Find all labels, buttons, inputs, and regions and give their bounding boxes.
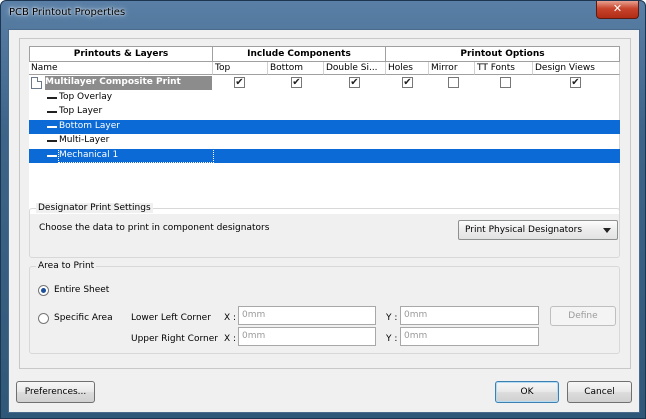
printout-name: Multilayer Composite Print (45, 77, 181, 87)
layer-row[interactable]: Mechanical 1 (29, 148, 620, 163)
dialog-client-area: Printouts & Layers Include Components Pr… (8, 29, 640, 413)
designator-prompt: Choose the data to print in component de… (39, 223, 270, 233)
tt-fonts-checkbox[interactable] (500, 77, 511, 88)
tree-connector (47, 126, 57, 128)
ok-button[interactable]: OK (495, 381, 559, 403)
printout-row[interactable]: Multilayer Composite Print ✔ ✔ ✔ ✔ ✔ (29, 76, 620, 90)
holes-checkbox[interactable]: ✔ (402, 77, 413, 88)
entire-sheet-label[interactable]: Entire Sheet (54, 285, 109, 295)
mirror-checkbox[interactable] (448, 77, 459, 88)
upper-right-label: Upper Right Corner (131, 334, 218, 344)
col-holes[interactable]: Holes (386, 62, 429, 75)
window-title: PCB Printout Properties (9, 7, 126, 18)
preferences-button[interactable]: Preferences... (16, 381, 95, 403)
designator-group-title: Designator Print Settings (36, 203, 153, 213)
lower-left-y-input[interactable]: 0mm (400, 306, 539, 325)
bottom-checkbox[interactable]: ✔ (291, 77, 302, 88)
col-top[interactable]: Top (213, 62, 268, 75)
cancel-button[interactable]: Cancel (567, 381, 632, 403)
entire-sheet-radio[interactable] (38, 285, 49, 296)
lower-left-x-input[interactable]: 0mm (238, 306, 376, 325)
col-tt-fonts[interactable]: TT Fonts (475, 62, 533, 75)
layer-name: Bottom Layer (59, 121, 120, 131)
col-name[interactable]: Name (29, 62, 213, 75)
title-bar[interactable]: PCB Printout Properties ✕ (1, 1, 645, 29)
page-icon (31, 77, 42, 89)
top-checkbox[interactable]: ✔ (234, 77, 245, 88)
layer-name: Top Layer (59, 106, 103, 116)
layers-grid: Printouts & Layers Include Components Pr… (29, 46, 620, 214)
col-mirror[interactable]: Mirror (429, 62, 475, 75)
double-sided-checkbox[interactable]: ✔ (349, 77, 360, 88)
layer-row[interactable]: Bottom Layer (29, 120, 620, 134)
upper-right-x-input[interactable]: 0mm (238, 327, 376, 346)
layer-name: Top Overlay (59, 92, 113, 102)
tree-connector (47, 97, 57, 99)
design-views-checkbox[interactable]: ✔ (570, 77, 581, 88)
header-include-components[interactable]: Include Components (213, 46, 386, 62)
specific-area-radio[interactable] (38, 313, 49, 324)
col-design-views[interactable]: Design Views (533, 62, 620, 75)
upper-right-y-label: Y : (386, 334, 398, 344)
tree-connector (47, 111, 57, 113)
layer-row[interactable]: Top Overlay (29, 91, 620, 105)
layer-name: Multi-Layer (59, 135, 110, 145)
designator-select-value: Print Physical Designators (465, 225, 583, 235)
col-double-sided[interactable]: Double Si... (324, 62, 386, 75)
close-button[interactable]: ✕ (596, 1, 639, 19)
area-group-title: Area to Print (36, 261, 97, 271)
layer-name: Mechanical 1 (58, 148, 214, 163)
col-bottom[interactable]: Bottom (268, 62, 324, 75)
tree-connector (47, 140, 57, 142)
specific-area-label[interactable]: Specific Area (54, 313, 113, 323)
layer-row[interactable]: Top Layer (29, 105, 620, 119)
dialog-window: PCB Printout Properties ✕ Printouts & La… (0, 0, 646, 419)
layer-row[interactable]: Multi-Layer (29, 134, 620, 148)
header-printout-options[interactable]: Printout Options (386, 46, 620, 62)
header-printouts-layers[interactable]: Printouts & Layers (29, 46, 213, 62)
upper-right-y-input[interactable]: 0mm (400, 327, 539, 346)
tree-connector (47, 155, 57, 157)
upper-right-x-label: X : (224, 334, 237, 344)
chevron-down-icon (603, 228, 611, 233)
designator-select[interactable]: Print Physical Designators (458, 220, 618, 240)
lower-left-y-label: Y : (386, 313, 398, 323)
lower-left-x-label: X : (224, 313, 237, 323)
lower-left-label: Lower Left Corner (131, 313, 211, 323)
define-button[interactable]: Define (550, 306, 616, 326)
